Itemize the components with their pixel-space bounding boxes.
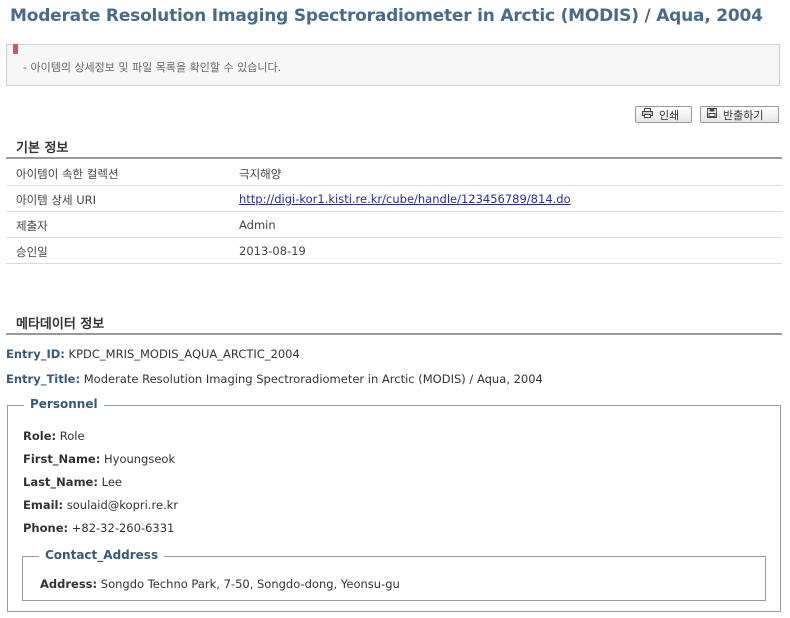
print-label: 인쇄 [659,108,680,122]
address-label: Address: [40,577,98,591]
table-row: 승인일 2013-08-19 [6,238,782,264]
last-name-label: Last_Name: [23,475,98,489]
basic-info-title: 기본 정보 [16,141,69,156]
phone-value: +82-32-260-6331 [71,521,175,535]
address-field: Address: Songdo Techno Park, 7-50, Songd… [40,577,400,591]
print-button[interactable]: 인쇄 [635,106,692,123]
personnel-legend: Personnel [24,397,104,411]
row-key: 아이템이 속한 컬렉션 [16,167,119,181]
notice-box: - 아이템의 상세정보 및 파일 목록을 확인할 수 있습니다. [6,44,780,86]
email-label: Email: [23,498,64,512]
last-name-field: Last_Name: Lee [23,475,122,489]
entry-id-label: Entry_ID: [6,347,65,361]
last-name-value: Lee [101,475,122,489]
export-button[interactable]: 반출하기 [700,106,779,123]
disk-icon [707,108,717,121]
role-label: Role: [23,429,57,443]
table-row: 아이템 상세 URI http://digi-kor1.kisti.re.kr/… [6,186,782,212]
email-field: Email: soulaid@kopri.re.kr [23,498,178,512]
notice-text: - 아이템의 상세정보 및 파일 목록을 확인할 수 있습니다. [23,61,282,74]
email-value: soulaid@kopri.re.kr [66,498,179,512]
phone-field: Phone: +82-32-260-6331 [23,521,174,535]
contact-address-legend: Contact_Address [39,548,165,562]
section-divider [6,333,782,335]
row-value: 2013-08-19 [239,244,306,258]
contact-address-fieldset: Contact_Address Address: Songdo Techno P… [22,548,766,601]
table-row: 제출자 Admin [6,212,782,238]
phone-label: Phone: [23,521,69,535]
role-value: Role [59,429,85,443]
entry-title-label: Entry_Title: [6,372,81,386]
row-value: Admin [239,218,276,232]
printer-icon [642,108,653,121]
item-uri-link[interactable]: http://digi-kor1.kisti.re.kr/cube/handle… [239,192,571,206]
personnel-fieldset: Personnel Role: Role First_Name: Hyoungs… [7,397,781,612]
table-row: 아이템이 속한 컬렉션 극지해양 [6,160,782,186]
row-value: 극지해양 [239,167,282,181]
row-key: 제출자 [16,219,48,233]
address-value: Songdo Techno Park, 7-50, Songdo-dong, Y… [100,577,400,591]
section-divider [6,157,782,159]
entry-title: Entry_Title: Moderate Resolution Imaging… [6,372,543,386]
page-title: Moderate Resolution Imaging Spectroradio… [10,6,763,26]
bookmark-marker-icon [13,44,18,54]
row-value: http://digi-kor1.kisti.re.kr/cube/handle… [239,192,571,206]
row-key: 아이템 상세 URI [16,193,97,207]
role-field: Role: Role [23,429,85,443]
row-key: 승인일 [16,245,48,259]
metadata-title: 메타데이터 정보 [16,317,105,332]
first-name-value: Hyoungseok [103,452,176,466]
entry-title-value: Moderate Resolution Imaging Spectroradio… [83,372,543,386]
export-label: 반출하기 [723,108,764,122]
entry-id: Entry_ID: KPDC_MRIS_MODIS_AQUA_ARCTIC_20… [6,347,300,361]
first-name-field: First_Name: Hyoungseok [23,452,175,466]
entry-id-value: KPDC_MRIS_MODIS_AQUA_ARCTIC_2004 [68,347,300,361]
first-name-label: First_Name: [23,452,101,466]
